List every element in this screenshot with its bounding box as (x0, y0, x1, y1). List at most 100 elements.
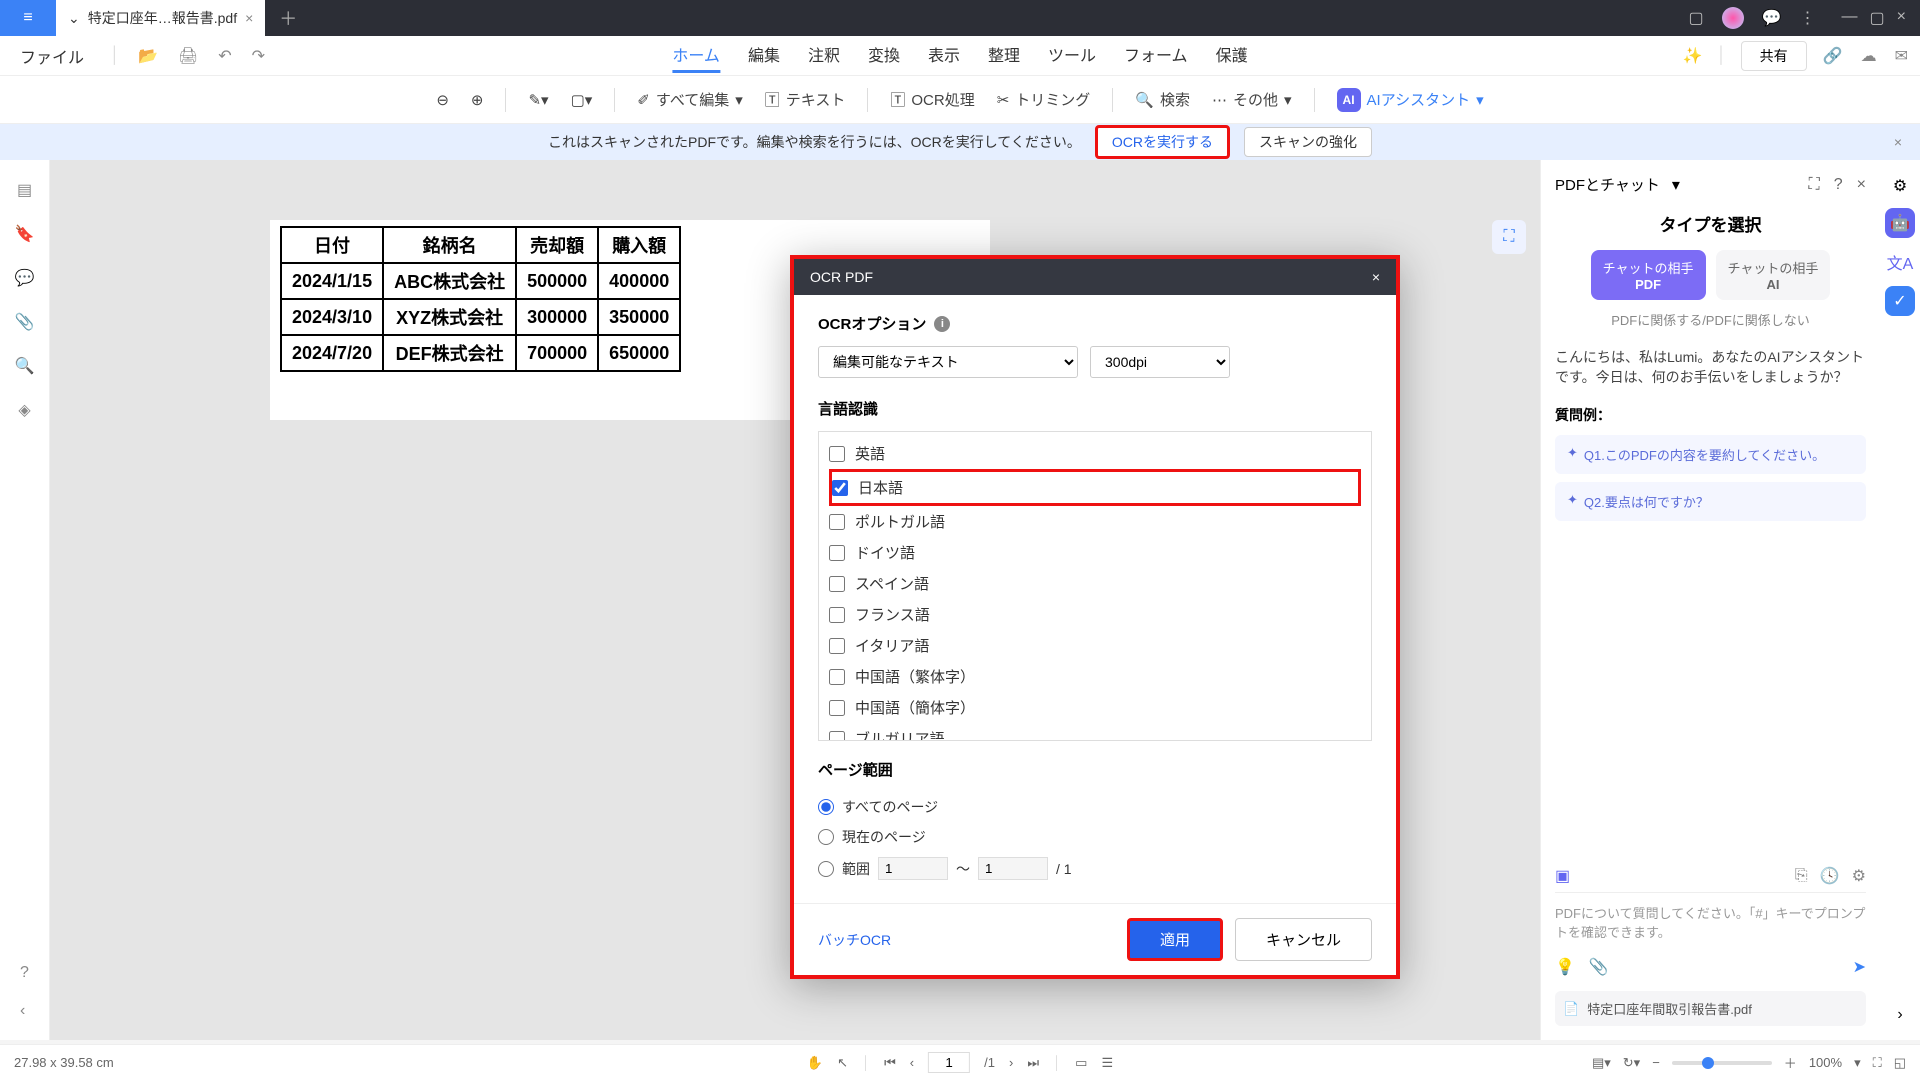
radio-all-pages[interactable]: すべてのページ (818, 792, 1372, 822)
zoom-in-button[interactable]: ⊕ (471, 91, 484, 109)
share-link-icon[interactable]: 🔗 (1821, 44, 1845, 68)
chat-mode-select[interactable]: PDFとチャット (1555, 174, 1660, 195)
expand-icon[interactable]: ⛶ (1809, 176, 1820, 194)
language-item[interactable]: ポルトガル語 (829, 506, 1361, 537)
tablet-icon[interactable]: ▢ (1688, 8, 1703, 28)
select-tool-icon[interactable]: ↖ (837, 1055, 848, 1071)
layers-icon[interactable]: ◈ (18, 400, 30, 420)
dialog-close-icon[interactable]: × (1372, 269, 1380, 285)
reading-mode-icon[interactable]: ▭ (1075, 1055, 1087, 1071)
radio-range[interactable]: 範囲 〜 / 1 (818, 852, 1372, 885)
help-icon[interactable]: ? (20, 964, 29, 981)
example-question-2[interactable]: ✦Q2.要点は何ですか？ (1555, 482, 1866, 521)
tab-organize[interactable]: 整理 (988, 38, 1020, 73)
page-input[interactable] (928, 1052, 970, 1073)
tab-home[interactable]: ホーム (672, 38, 720, 73)
print-icon[interactable]: 🖨 (176, 44, 200, 68)
tab-view[interactable]: 表示 (928, 38, 960, 73)
ai-assistant-button[interactable]: AIAIアシスタント▾ (1337, 88, 1484, 112)
language-item[interactable]: 中国語（繁体字） (829, 661, 1361, 692)
batch-ocr-link[interactable]: バッチOCR (818, 930, 891, 950)
redo-icon[interactable]: ↷ (250, 44, 267, 68)
history-icon[interactable]: 🕓 (1820, 866, 1840, 886)
new-tab-button[interactable]: ＋ (265, 5, 311, 31)
language-item[interactable]: 英語 (829, 438, 1361, 469)
chevron-down-icon[interactable]: ▾ (1672, 175, 1680, 195)
settings-icon[interactable]: ⚙ (1893, 176, 1907, 196)
zoom-slider[interactable] (1672, 1061, 1772, 1065)
chat-tab-pdf[interactable]: チャットの相手PDF (1591, 250, 1706, 300)
other-tool[interactable]: ⋯ その他▾ (1212, 89, 1292, 110)
language-item[interactable]: フランス語 (829, 599, 1361, 630)
attachment-icon[interactable]: 📎 (15, 312, 35, 332)
chat-tab-ai[interactable]: チャットの相手AI (1716, 250, 1831, 300)
comment-icon[interactable]: 💬 (15, 268, 35, 288)
hand-tool-icon[interactable]: ✋ (807, 1055, 823, 1071)
language-checkbox[interactable] (829, 700, 845, 716)
language-checkbox[interactable] (829, 669, 845, 685)
view-mode-icon[interactable]: ▤▾ (1592, 1055, 1611, 1071)
settings-icon[interactable]: ⚙ (1852, 866, 1866, 886)
tab-form[interactable]: フォーム (1124, 38, 1188, 73)
dpi-select[interactable]: 300dpi (1090, 346, 1230, 378)
language-checkbox[interactable] (832, 480, 848, 496)
language-list[interactable]: 英語日本語ポルトガル語ドイツ語スペイン語フランス語イタリア語中国語（繁体字）中国… (818, 431, 1372, 741)
close-window-icon[interactable]: × (1897, 8, 1906, 28)
language-item[interactable]: ドイツ語 (829, 537, 1361, 568)
cancel-button[interactable]: キャンセル (1235, 918, 1372, 961)
fullscreen-icon[interactable]: ⛶ (1873, 1055, 1882, 1071)
language-item[interactable]: 日本語 (829, 469, 1361, 506)
range-from-input[interactable] (878, 857, 948, 880)
zoom-out-icon[interactable]: − (1652, 1055, 1660, 1070)
language-checkbox[interactable] (829, 576, 845, 592)
expand-rail-icon[interactable]: › (1897, 1006, 1902, 1024)
thumbnails-icon[interactable]: ▤ (17, 180, 32, 200)
attach-icon[interactable]: 📎 (1589, 957, 1609, 977)
sparkle-icon[interactable]: ✨ (1683, 46, 1703, 66)
zoom-level[interactable]: 100% (1809, 1055, 1842, 1070)
radio-current-page[interactable]: 現在のページ (818, 822, 1372, 852)
check-icon[interactable]: ✓ (1885, 286, 1915, 316)
ai-bot-icon[interactable]: 🤖 (1885, 208, 1915, 238)
zoom-out-button[interactable]: ⊖ (436, 91, 449, 109)
message-icon[interactable]: 💬 (1762, 8, 1782, 28)
shape-tool[interactable]: ▢▾ (571, 91, 593, 109)
translate-icon[interactable]: 文A (1887, 250, 1914, 274)
first-page-icon[interactable]: ⏮ (884, 1055, 896, 1071)
example-question-1[interactable]: ✦Q1.このPDFの内容を要約してください。 (1555, 435, 1866, 474)
file-menu[interactable]: ファイル (10, 44, 94, 68)
language-checkbox[interactable] (829, 731, 845, 742)
search-tool[interactable]: 🔍 検索 (1135, 89, 1190, 110)
rotate-icon[interactable]: ↻▾ (1623, 1055, 1640, 1071)
next-page-icon[interactable]: › (1009, 1055, 1013, 1070)
more-icon[interactable]: ⋮ (1800, 8, 1816, 28)
chat-input[interactable]: PDFについて質問してください。「#」キーでプロンプトを確認できます。 (1555, 892, 1866, 951)
share-button[interactable]: 共有 (1741, 41, 1807, 71)
avatar[interactable] (1722, 7, 1744, 29)
continuous-icon[interactable]: ☰ (1101, 1055, 1113, 1071)
cloud-icon[interactable]: ☁ (1859, 44, 1879, 68)
crop-tool[interactable]: ✂ トリミング (997, 89, 1091, 110)
language-item[interactable]: イタリア語 (829, 630, 1361, 661)
mail-icon[interactable]: ✉ (1893, 44, 1910, 68)
language-checkbox[interactable] (829, 607, 845, 623)
fit-page-icon[interactable]: ⛶ (1492, 220, 1526, 254)
collapse-icon[interactable]: ‹ (20, 1002, 25, 1019)
send-button[interactable]: ➤ (1853, 957, 1866, 977)
language-item[interactable]: ブルガリア語 (829, 723, 1361, 741)
edit-all-tool[interactable]: ✐ すべて編集▾ (637, 89, 742, 110)
undo-icon[interactable]: ↶ (216, 44, 233, 68)
ocr-mode-select[interactable]: 編集可能なテキスト (818, 346, 1078, 378)
zoom-in-icon[interactable]: ＋ (1784, 1053, 1797, 1072)
minimize-icon[interactable]: — (1842, 8, 1858, 28)
highlighter-tool[interactable]: ✎▾ (528, 91, 548, 109)
apply-button[interactable]: 適用 (1127, 918, 1223, 961)
bookmark-icon[interactable]: 🔖 (15, 224, 35, 244)
ocr-tool[interactable]: 🅃 OCR処理 (890, 89, 974, 110)
chevron-down-icon[interactable]: ▾ (1854, 1055, 1861, 1071)
prev-page-icon[interactable]: ‹ (910, 1055, 914, 1070)
language-item[interactable]: スペイン語 (829, 568, 1361, 599)
text-tool[interactable]: 🅃 テキスト (765, 89, 846, 110)
open-icon[interactable]: 📂 (136, 44, 160, 68)
language-checkbox[interactable] (829, 638, 845, 654)
